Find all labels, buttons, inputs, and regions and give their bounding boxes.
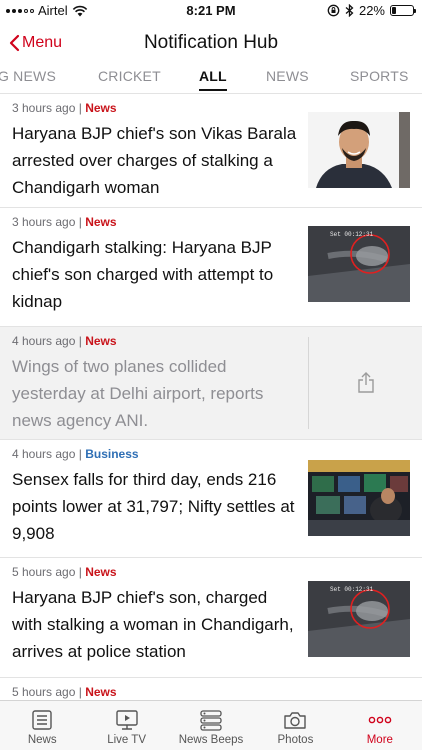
- tabbar-live-tv-label: Live TV: [107, 734, 146, 746]
- notification-item[interactable]: 5 hours ago | News: [0, 678, 422, 700]
- tabbar-photos-label: Photos: [277, 734, 314, 746]
- tabbar-more[interactable]: More: [338, 701, 422, 750]
- notification-thumbnail: Set 00:12:31: [308, 226, 410, 302]
- meta-separator: |: [78, 101, 82, 115]
- notification-thumbnail: [308, 112, 410, 188]
- notification-meta: 4 hours ago | Business: [12, 447, 139, 461]
- notification-item[interactable]: 3 hours ago | News Chandigarh stalking: …: [0, 208, 422, 327]
- notification-meta: 4 hours ago | News: [12, 334, 117, 348]
- notification-headline: Wings of two planes collided yesterday a…: [12, 357, 264, 430]
- bluetooth-icon: [345, 4, 354, 17]
- meta-separator: |: [78, 447, 82, 461]
- notification-category: News: [85, 101, 117, 115]
- battery-icon: [390, 5, 416, 16]
- share-button[interactable]: [308, 337, 422, 429]
- cctv-timestamp: Set 00:12:31: [330, 231, 374, 238]
- tabbar-more-label: More: [366, 734, 393, 746]
- trading-floor-photo: [308, 460, 410, 536]
- status-bar: Airtel 8:21 PM 22%: [0, 0, 422, 22]
- tabbar-photos[interactable]: Photos: [253, 701, 337, 750]
- notification-headline: Chandigarh stalking: Haryana BJP chief's…: [12, 238, 274, 311]
- camera-icon: [284, 712, 307, 729]
- orientation-lock-icon: [327, 4, 340, 17]
- notification-headline: Sensex falls for third day, ends 216 poi…: [12, 470, 295, 543]
- notification-meta: 3 hours ago | News: [12, 215, 117, 229]
- tab-sports[interactable]: SPORTS: [350, 68, 409, 84]
- notification-list: 3 hours ago | News Haryana BJP chief's s…: [0, 94, 422, 700]
- meta-separator: |: [78, 215, 82, 229]
- notification-item[interactable]: 3 hours ago | News Haryana BJP chief's s…: [0, 94, 422, 208]
- notification-time: 5 hours ago: [12, 565, 76, 579]
- notification-thumbnail: Set 00:12:31: [308, 581, 410, 657]
- notification-time: 3 hours ago: [12, 101, 76, 115]
- bottom-tab-bar: News Live TV News Beeps Photos More: [0, 700, 422, 750]
- tabbar-news-beeps[interactable]: News Beeps: [169, 701, 253, 750]
- notification-category: News: [85, 565, 117, 579]
- cctv-photo: Set 00:12:31: [308, 581, 410, 657]
- category-tabs: G NEWS CRICKET ALL NEWS SPORTS: [0, 66, 422, 94]
- tabbar-news-label: News: [27, 734, 57, 746]
- page-title: Notification Hub: [143, 32, 279, 53]
- notification-time: 4 hours ago: [12, 447, 76, 461]
- meta-separator: |: [78, 685, 82, 699]
- meta-separator: |: [78, 334, 82, 348]
- news-beeps-icon: [200, 710, 222, 731]
- share-icon: [357, 372, 374, 393]
- notification-item[interactable]: 5 hours ago | News Haryana BJP chief's s…: [0, 558, 422, 678]
- notification-meta: 5 hours ago | News: [12, 685, 117, 699]
- navigation-bar: Menu Notification Hub: [0, 22, 422, 66]
- notification-time: 3 hours ago: [12, 215, 76, 229]
- tabbar-live-tv[interactable]: Live TV: [84, 701, 168, 750]
- tab-g-news[interactable]: G NEWS: [0, 68, 56, 84]
- live-tv-icon: [115, 710, 138, 730]
- meta-separator: |: [78, 565, 82, 579]
- tab-news[interactable]: NEWS: [266, 68, 309, 84]
- news-icon: [32, 710, 52, 730]
- tabbar-news[interactable]: News: [0, 701, 84, 750]
- notification-headline: Haryana BJP chief's son Vikas Barala arr…: [12, 124, 297, 197]
- notification-meta: 3 hours ago | News: [12, 101, 117, 115]
- cctv-photo: Set 00:12:31: [308, 226, 410, 302]
- notification-category: News: [85, 334, 117, 348]
- tab-all[interactable]: ALL: [199, 68, 227, 91]
- tabbar-news-beeps-label: News Beeps: [178, 734, 244, 746]
- portrait-photo: [308, 112, 410, 188]
- notification-category: Business: [85, 447, 139, 461]
- notification-item[interactable]: 4 hours ago | Business Sensex falls for …: [0, 440, 422, 558]
- notification-time: 5 hours ago: [12, 685, 76, 699]
- notification-time: 4 hours ago: [12, 334, 76, 348]
- battery-percent: 22%: [358, 3, 385, 18]
- cctv-timestamp: Set 00:12:31: [330, 586, 374, 593]
- notification-headline: Haryana BJP chief's son, charged with st…: [12, 588, 294, 661]
- battery-level: [392, 7, 396, 14]
- status-icons: 22%: [327, 3, 416, 18]
- tab-cricket[interactable]: CRICKET: [98, 68, 161, 84]
- more-icon: [368, 716, 392, 724]
- notification-category: News: [85, 685, 117, 699]
- notification-thumbnail: [308, 460, 410, 536]
- notification-meta: 5 hours ago | News: [12, 565, 117, 579]
- notification-category: News: [85, 215, 117, 229]
- notification-item[interactable]: 4 hours ago | News Wings of two planes c…: [0, 327, 422, 440]
